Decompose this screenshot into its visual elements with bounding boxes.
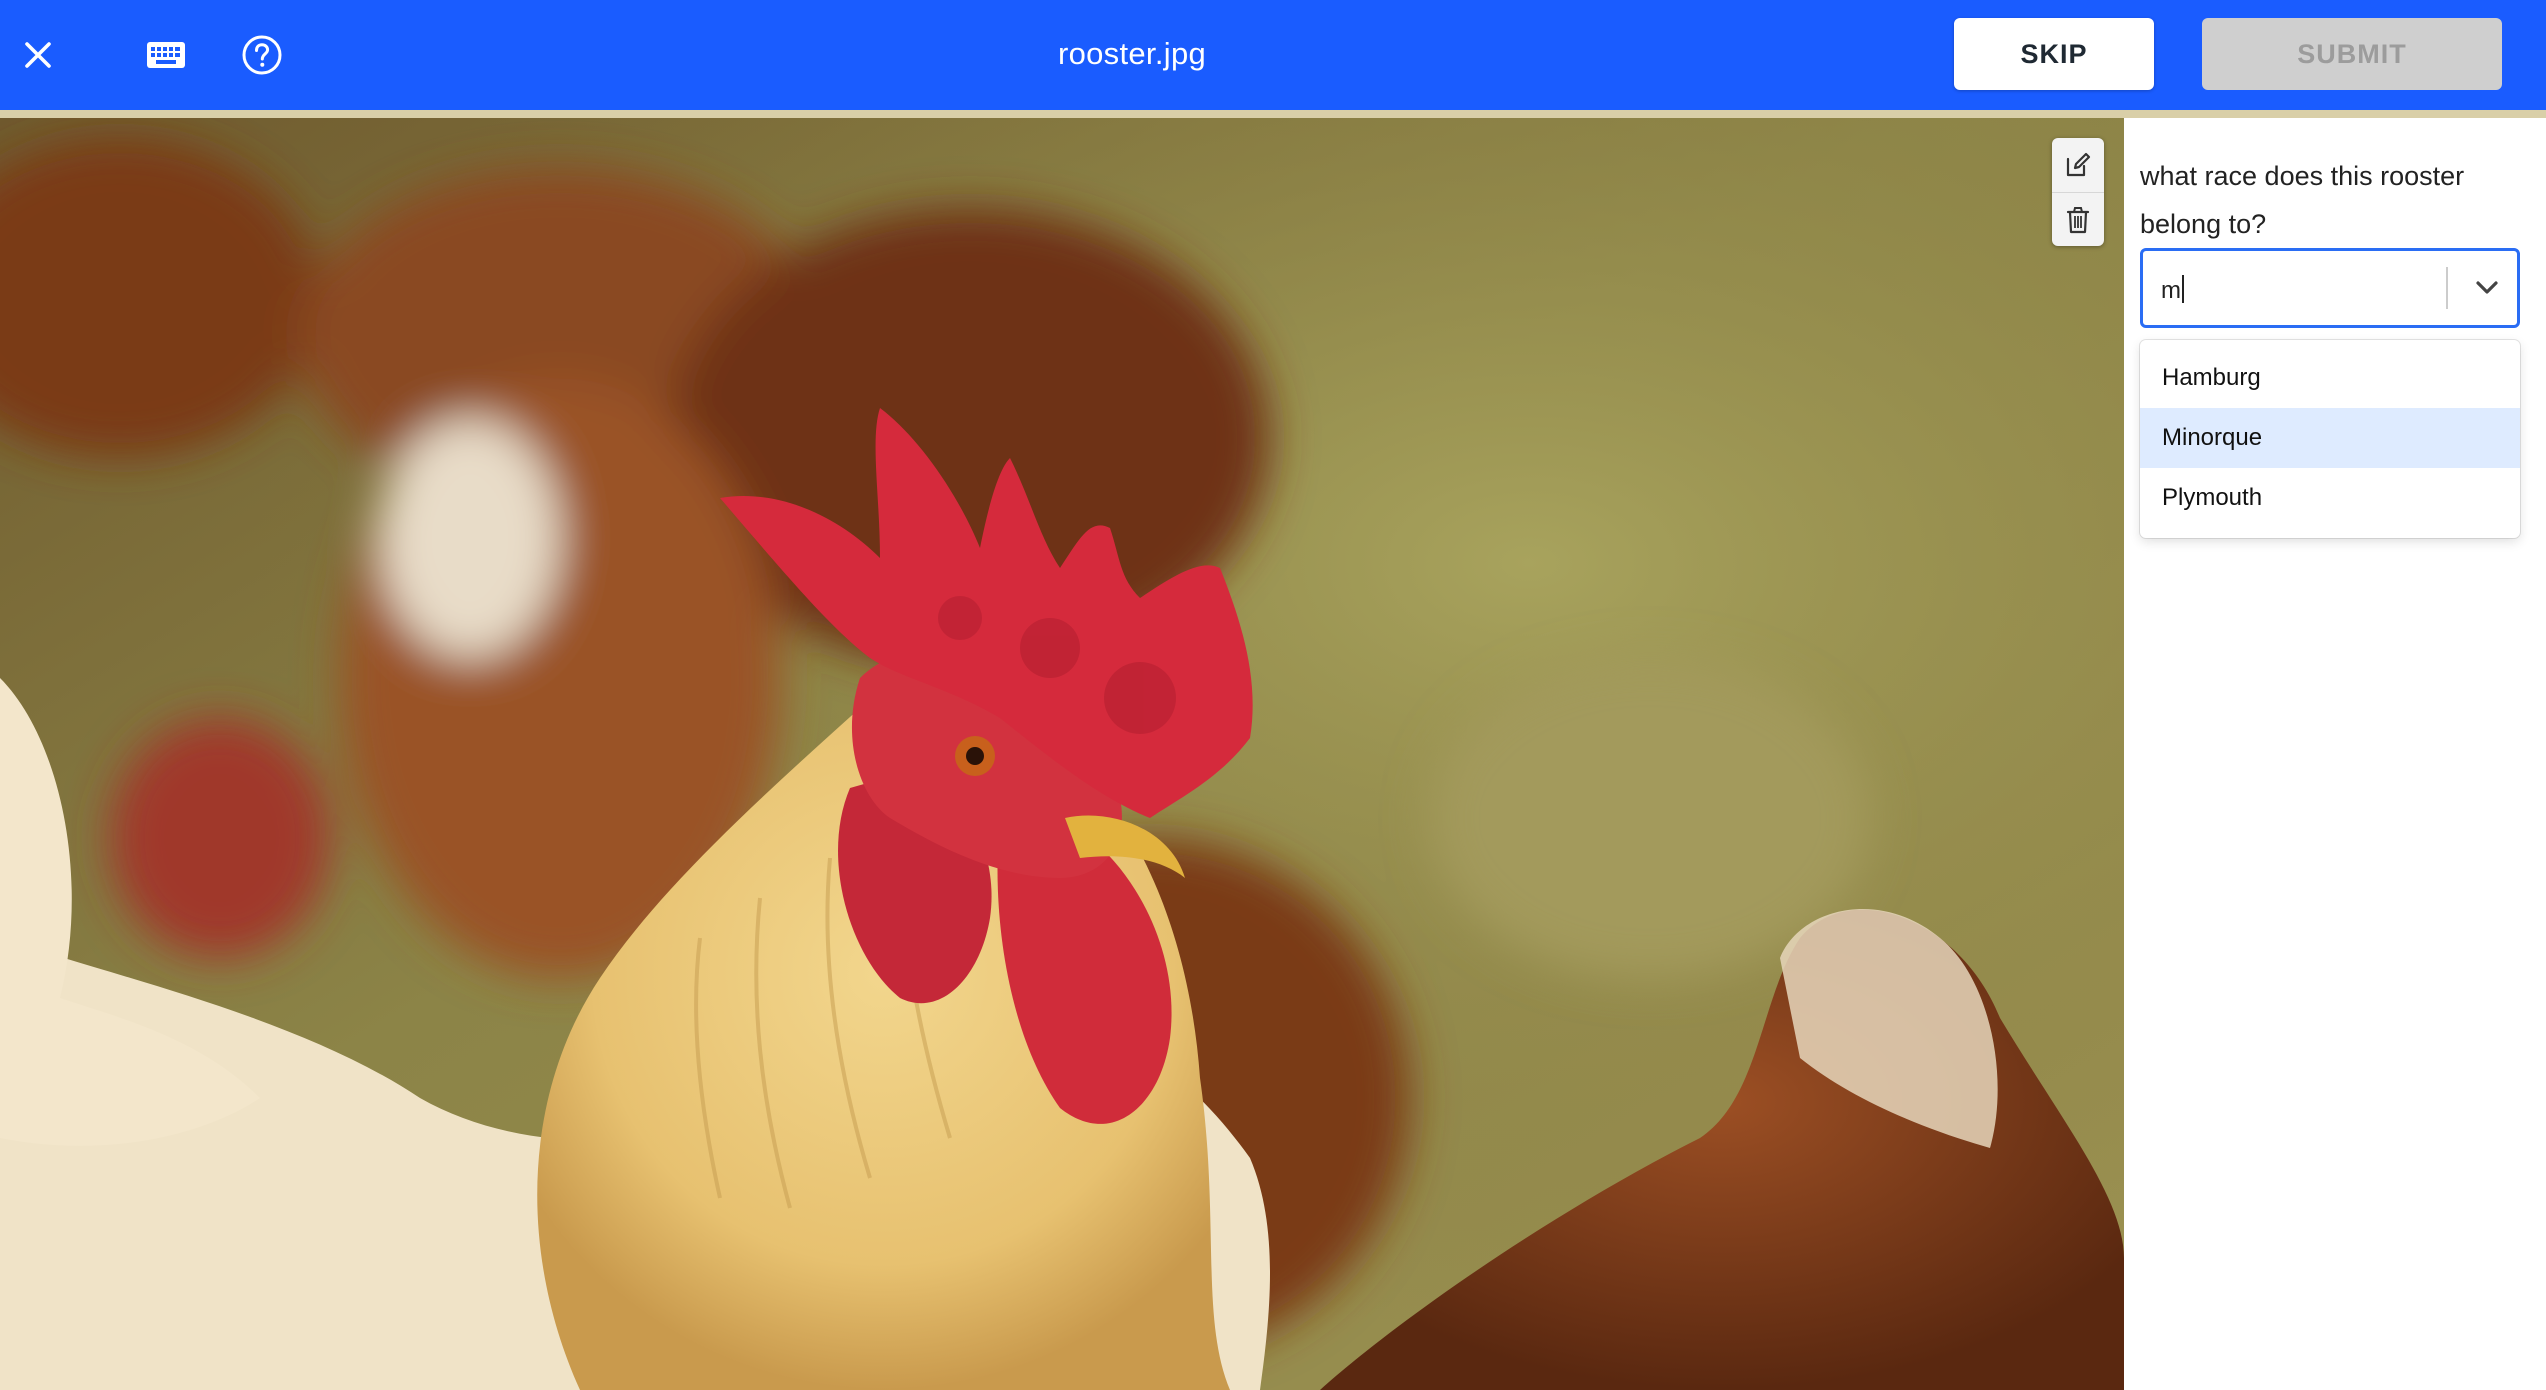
breed-dropdown-menu: Hamburg Minorque Plymouth bbox=[2140, 340, 2520, 538]
select-separator bbox=[2446, 267, 2448, 309]
dropdown-option[interactable]: Hamburg bbox=[2140, 348, 2520, 408]
text-caret bbox=[2182, 275, 2184, 303]
select-typed-text: m bbox=[2161, 277, 2181, 304]
image-canvas[interactable] bbox=[0, 118, 2124, 1390]
rooster-image bbox=[0, 118, 2124, 1390]
top-bar: rooster.jpg SKIP SUBMIT bbox=[0, 0, 2546, 110]
breed-select-input[interactable]: m bbox=[2161, 275, 2184, 305]
annotation-tools bbox=[2052, 138, 2104, 246]
chevron-down-icon[interactable] bbox=[2459, 251, 2515, 325]
dropdown-option[interactable]: Minorque bbox=[2140, 408, 2520, 468]
question-label: what race does this rooster belong to? bbox=[2140, 161, 2465, 239]
trash-icon[interactable] bbox=[2052, 192, 2104, 246]
skip-button[interactable]: SKIP bbox=[1954, 18, 2154, 90]
submit-button[interactable]: SUBMIT bbox=[2202, 18, 2502, 90]
dropdown-option[interactable]: Plymouth bbox=[2140, 468, 2520, 528]
breed-select[interactable]: m bbox=[2140, 248, 2520, 328]
file-title: rooster.jpg bbox=[1057, 36, 1207, 71]
top-bar-accent bbox=[0, 110, 2546, 118]
classification-panel: what race does this rooster belong to? m… bbox=[2124, 118, 2546, 1390]
edit-icon[interactable] bbox=[2052, 138, 2104, 192]
